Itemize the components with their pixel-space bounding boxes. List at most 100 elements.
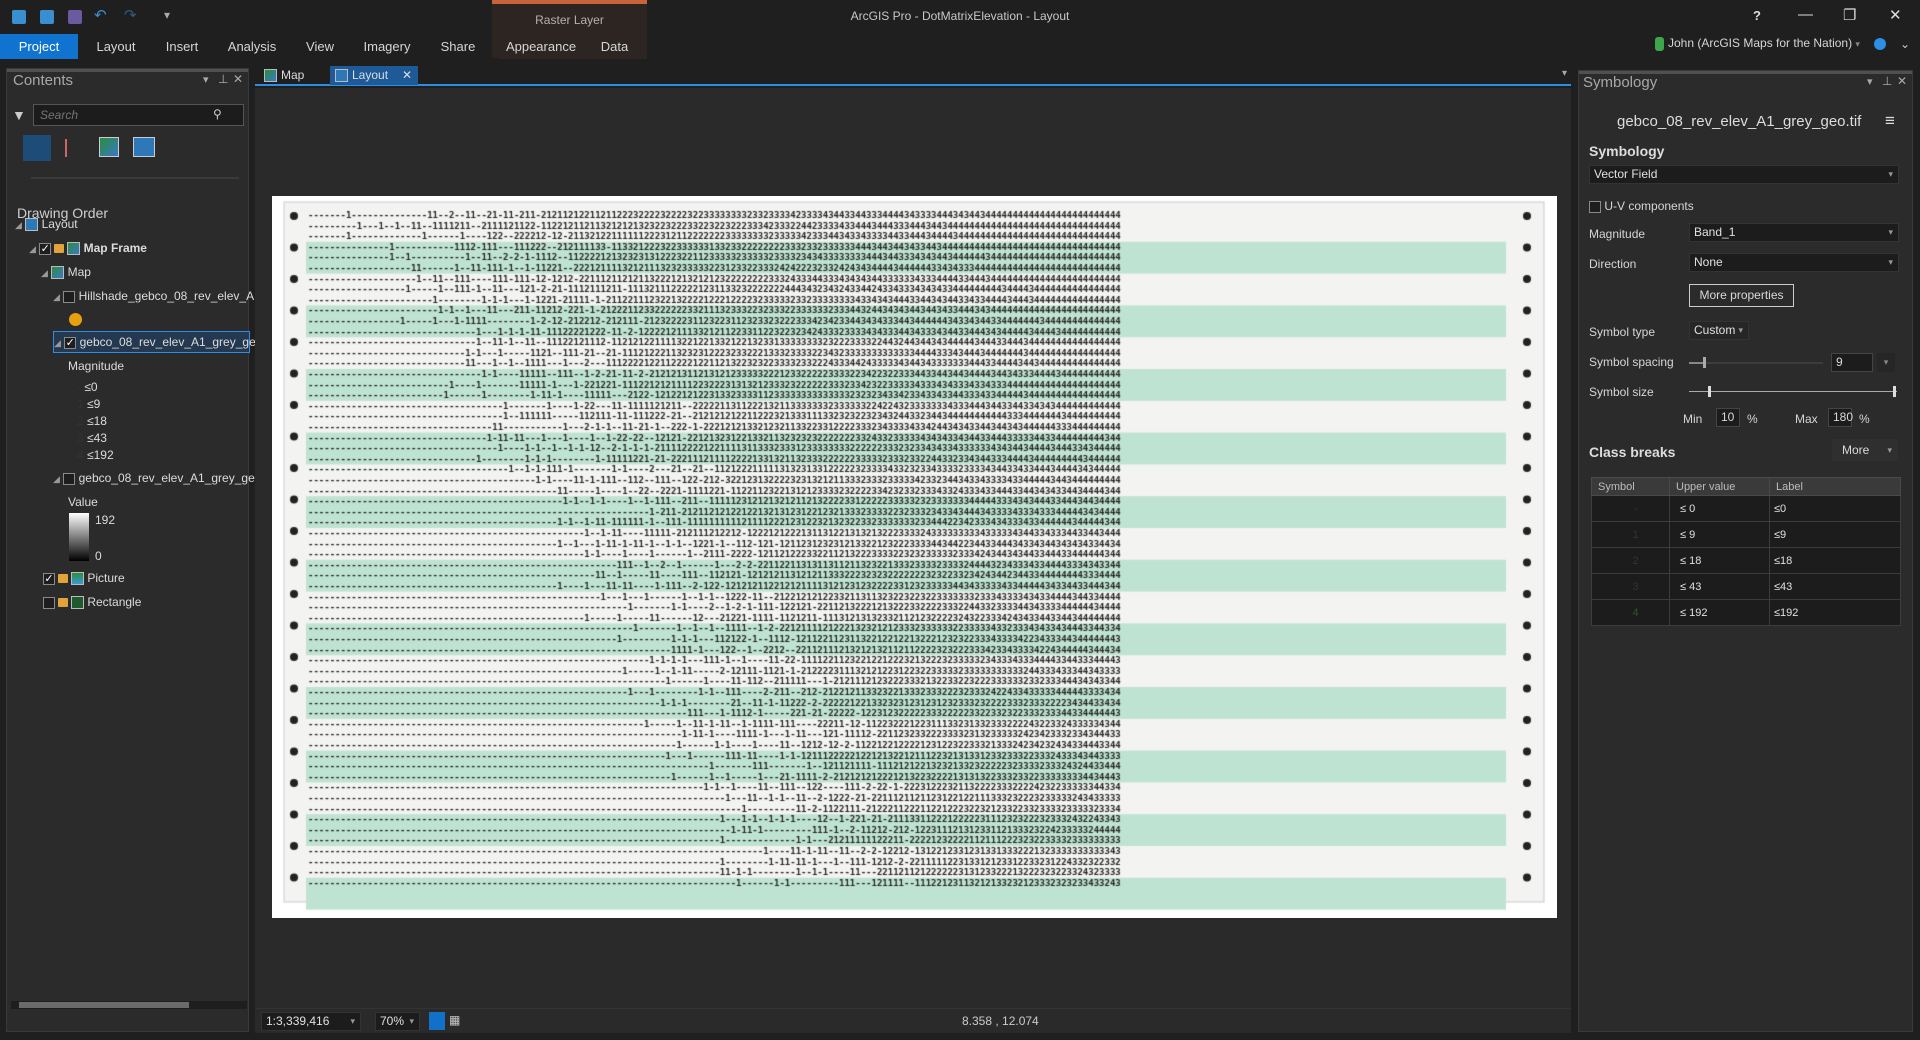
slider-handle[interactable] — [1703, 357, 1706, 368]
close-tab-icon[interactable]: ✕ — [402, 66, 412, 85]
user-account[interactable]: John (ArcGIS Maps for the Nation) ▾ — [1655, 36, 1860, 51]
tree-item-gebco-vector-selected[interactable]: ◢ ✓ gebco_08_rev_elev_A1_grey_ge — [53, 331, 256, 353]
filter-icon[interactable]: ▼ — [12, 107, 26, 123]
layout-page[interactable] — [272, 196, 1557, 918]
table-row[interactable]: 3 ≤ 43 ≤43 — [1591, 573, 1901, 600]
tab-view[interactable]: View — [300, 34, 340, 59]
hillshade-symbol-icon — [69, 313, 82, 326]
column-header[interactable]: Symbol — [1591, 477, 1670, 496]
help-button[interactable]: ? — [1753, 8, 1761, 23]
restore-button[interactable]: ❐ — [1843, 6, 1856, 24]
tree-item-map-frame[interactable]: ◢ ✓ Map Frame — [29, 241, 147, 256]
tree-item-rectangle[interactable]: Rectangle — [43, 595, 141, 610]
symbol-spacing-slider[interactable] — [1689, 357, 1823, 368]
lock-icon[interactable] — [54, 244, 65, 254]
tab-project[interactable]: Project — [0, 34, 78, 59]
visibility-checkbox[interactable]: ✓ — [39, 242, 52, 255]
direction-dropdown[interactable]: None — [1689, 253, 1899, 272]
tab-imagery[interactable]: Imagery — [358, 34, 416, 59]
tree-item-layout[interactable]: ◢ Layout — [15, 217, 78, 232]
horizontal-scrollbar[interactable] — [11, 1001, 247, 1009]
legend-class: 4 ≤192 — [77, 448, 114, 462]
window-title: ArcGIS Pro - DotMatrixElevation - Layout — [850, 9, 1070, 23]
pin-icon[interactable]: ⊥ — [1882, 74, 1892, 88]
pane-title: Symbology — [1583, 74, 1658, 91]
more-properties-button[interactable]: More properties — [1689, 284, 1794, 307]
tree-item-gebco-grey[interactable]: ◢ gebco_08_rev_elev_A1_grey_ge — [53, 471, 255, 485]
visibility-checkbox[interactable] — [63, 472, 76, 485]
pin-icon[interactable]: ⊥ — [218, 72, 228, 86]
symbology-pane: Symbology ▾ ⊥ ✕ gebco_08_rev_elev_A1_gre… — [1578, 70, 1913, 1032]
legend-class: 2 ≤18 — [77, 414, 107, 428]
tab-insert[interactable]: Insert — [158, 34, 206, 59]
list-by-editing-icon[interactable] — [133, 137, 155, 157]
layout-icon — [335, 69, 348, 82]
tree-item-map[interactable]: ◢ Map — [41, 265, 91, 280]
coordinates-readout: 8.358 , 12.074 — [962, 1014, 1039, 1028]
magnitude-dropdown[interactable]: Band_1 — [1689, 223, 1899, 242]
tab-map[interactable]: Map — [259, 66, 319, 85]
menu-icon[interactable]: ≡ — [1885, 111, 1895, 131]
notifications-icon[interactable] — [1874, 38, 1886, 50]
column-header[interactable]: Label — [1769, 477, 1901, 496]
max-label: Max — [1795, 412, 1818, 426]
list-by-drawing-order-icon[interactable] — [23, 135, 51, 161]
class-breaks-heading: Class breaks — [1589, 444, 1676, 460]
symbol-size-range-slider[interactable] — [1689, 386, 1897, 397]
tab-layout[interactable]: Layout — [90, 34, 142, 59]
symbol-spacing-input[interactable]: 9 — [1831, 353, 1873, 372]
grid-icon[interactable]: ▦ — [449, 1013, 460, 1027]
visibility-checkbox[interactable]: ✓ — [64, 336, 77, 349]
close-button[interactable]: ✕ — [1889, 6, 1902, 24]
lock-icon[interactable] — [58, 598, 68, 608]
title-bar: ↶ ↷ ▾ Raster Layer ArcGIS Pro - DotMatri… — [0, 0, 1920, 58]
lock-icon[interactable] — [58, 574, 68, 584]
visibility-checkbox[interactable]: ✓ — [43, 572, 55, 585]
column-header[interactable]: Upper value — [1669, 477, 1770, 496]
tab-analysis[interactable]: Analysis — [222, 34, 282, 59]
pane-options-icon[interactable]: ▾ — [1867, 75, 1873, 88]
symbol-type-dropdown[interactable]: Custom — [1689, 321, 1749, 340]
tree-item-picture[interactable]: ✓ Picture — [43, 571, 125, 586]
list-by-source-icon[interactable] — [65, 139, 83, 157]
symbology-heading: Symbology — [1589, 143, 1665, 159]
table-row[interactable]: - ≤ 0 ≤0 — [1591, 495, 1901, 522]
max-size-input[interactable]: 180 — [1828, 408, 1853, 427]
tab-appearance[interactable]: Appearance — [500, 34, 582, 59]
collapse-ribbon-icon[interactable]: ⌄ — [1900, 37, 1910, 51]
zoom-dropdown[interactable]: 70% — [375, 1012, 420, 1031]
picture-icon — [71, 572, 84, 586]
renderer-dropdown[interactable]: Vector Field — [1589, 165, 1899, 184]
min-handle[interactable] — [1708, 386, 1711, 397]
scale-dropdown[interactable]: 1:3,339,416 — [261, 1012, 361, 1031]
close-pane-icon[interactable]: ✕ — [233, 72, 243, 86]
tab-share[interactable]: Share — [434, 34, 482, 59]
more-dropdown[interactable]: More ▾ — [1832, 439, 1898, 461]
magnitude-label: Magnitude — [1589, 227, 1646, 241]
user-icon — [1655, 36, 1664, 51]
tab-data[interactable]: Data — [582, 34, 647, 59]
table-row[interactable]: 1 ≤ 9 ≤9 — [1591, 521, 1901, 548]
layer-name: gebco_08_rev_elev_A1_grey_geo.tif — [1617, 113, 1862, 130]
max-handle[interactable] — [1893, 386, 1896, 397]
list-by-selection-icon[interactable] — [99, 137, 119, 157]
pane-options-icon[interactable]: ▾ — [203, 73, 209, 86]
minimize-button[interactable]: — — [1798, 6, 1813, 23]
min-size-input[interactable]: 10 — [1716, 408, 1740, 427]
tab-list-icon[interactable]: ▾ — [1562, 68, 1567, 79]
tree-item-hillshade[interactable]: ◢ Hillshade_gebco_08_rev_elev_A — [53, 289, 254, 303]
tab-layout-view[interactable]: Layout ✕ — [330, 66, 418, 85]
search-icon[interactable]: ⚲ — [213, 107, 222, 121]
visibility-checkbox[interactable] — [43, 596, 55, 609]
direction-label: Direction — [1589, 257, 1637, 271]
snapping-icon[interactable] — [429, 1012, 445, 1030]
close-pane-icon[interactable]: ✕ — [1897, 74, 1907, 88]
table-row[interactable]: 4 ≤ 192 ≤192 — [1591, 599, 1901, 626]
visibility-checkbox[interactable] — [63, 290, 76, 303]
uv-components-checkbox[interactable] — [1589, 200, 1601, 213]
spacing-dropdown-icon[interactable]: ▾ — [1877, 353, 1895, 372]
legend-class: - ≤0 — [77, 380, 98, 394]
symbol-type-label: Symbol type — [1589, 325, 1656, 339]
percent-label: % — [1859, 412, 1870, 426]
table-row[interactable]: 2 ≤ 18 ≤18 — [1591, 547, 1901, 574]
